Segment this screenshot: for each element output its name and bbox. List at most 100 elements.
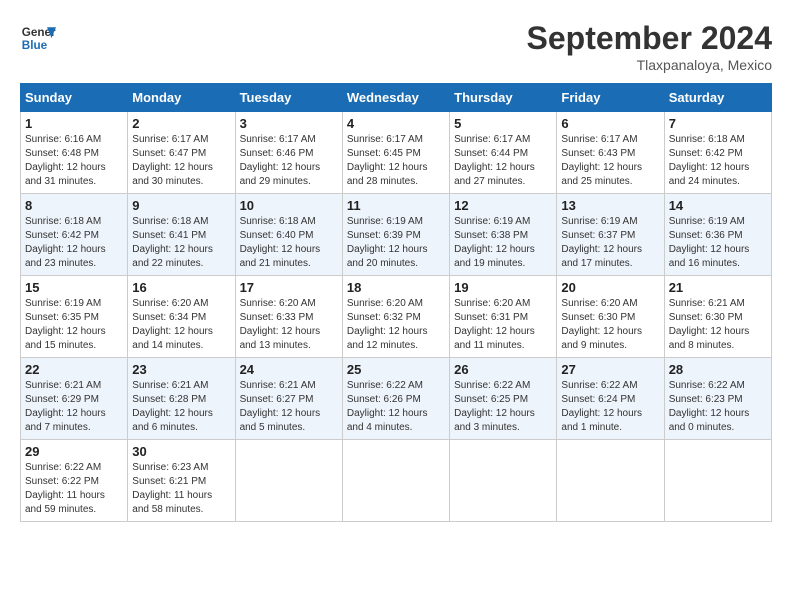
day-info: Sunrise: 6:23 AMSunset: 6:21 PMDaylight:… xyxy=(132,461,230,517)
day-number: 17 xyxy=(240,280,338,295)
day-number: 11 xyxy=(347,198,445,213)
calendar-week-row: 22 Sunrise: 6:21 AMSunset: 6:29 PMDayligh… xyxy=(21,358,772,440)
day-number: 25 xyxy=(347,362,445,377)
day-number: 9 xyxy=(132,198,230,213)
day-info: Sunrise: 6:17 AMSunset: 6:47 PMDaylight:… xyxy=(132,133,230,189)
day-info: Sunrise: 6:21 AMSunset: 6:29 PMDaylight:… xyxy=(25,379,123,435)
calendar: SundayMondayTuesdayWednesdayThursdayFrid… xyxy=(20,83,772,522)
calendar-day-cell: 10Sunrise: 6:18 AMSunset: 6:40 PMDayligh… xyxy=(235,194,342,276)
calendar-day-header: Sunday xyxy=(21,84,128,112)
calendar-day-cell: 23 Sunrise: 6:21 AMSunset: 6:28 PMDayligh… xyxy=(128,358,235,440)
day-number: 20 xyxy=(561,280,659,295)
calendar-day-cell: 9Sunrise: 6:18 AMSunset: 6:41 PMDaylight… xyxy=(128,194,235,276)
day-number: 7 xyxy=(669,116,767,131)
calendar-day-header: Monday xyxy=(128,84,235,112)
day-number: 6 xyxy=(561,116,659,131)
location: Tlaxpanaloya, Mexico xyxy=(527,57,772,73)
day-number: 27 xyxy=(561,362,659,377)
day-number: 3 xyxy=(240,116,338,131)
day-info: Sunrise: 6:20 AMSunset: 6:31 PMDaylight:… xyxy=(454,297,552,353)
calendar-day-cell xyxy=(450,440,557,522)
calendar-day-cell: 22 Sunrise: 6:21 AMSunset: 6:29 PMDayligh… xyxy=(21,358,128,440)
day-info: Sunrise: 6:22 AMSunset: 6:26 PMDaylight:… xyxy=(347,379,445,435)
calendar-day-cell xyxy=(235,440,342,522)
day-info: Sunrise: 6:17 AMSunset: 6:45 PMDaylight:… xyxy=(347,133,445,189)
day-number: 23 xyxy=(132,362,230,377)
calendar-week-row: 8Sunrise: 6:18 AMSunset: 6:42 PMDaylight… xyxy=(21,194,772,276)
calendar-day-cell: 18 Sunrise: 6:20 AMSunset: 6:32 PMDayligh… xyxy=(342,276,449,358)
calendar-day-cell: 1Sunrise: 6:16 AMSunset: 6:48 PMDaylight… xyxy=(21,112,128,194)
calendar-day-cell: 20Sunrise: 6:20 AMSunset: 6:30 PMDayligh… xyxy=(557,276,664,358)
calendar-day-header: Saturday xyxy=(664,84,771,112)
calendar-day-cell: 19 Sunrise: 6:20 AMSunset: 6:31 PMDayligh… xyxy=(450,276,557,358)
calendar-week-row: 15Sunrise: 6:19 AMSunset: 6:35 PMDayligh… xyxy=(21,276,772,358)
day-number: 8 xyxy=(25,198,123,213)
day-number: 16 xyxy=(132,280,230,295)
calendar-day-cell: 13 Sunrise: 6:19 AMSunset: 6:37 PMDayligh… xyxy=(557,194,664,276)
calendar-day-cell: 16 Sunrise: 6:20 AMSunset: 6:34 PMDayligh… xyxy=(128,276,235,358)
day-info: Sunrise: 6:17 AMSunset: 6:46 PMDaylight:… xyxy=(240,133,338,189)
calendar-day-cell: 29Sunrise: 6:22 AMSunset: 6:22 PMDayligh… xyxy=(21,440,128,522)
calendar-day-cell: 17 Sunrise: 6:20 AMSunset: 6:33 PMDayligh… xyxy=(235,276,342,358)
calendar-day-cell: 25 Sunrise: 6:22 AMSunset: 6:26 PMDayligh… xyxy=(342,358,449,440)
calendar-week-row: 1Sunrise: 6:16 AMSunset: 6:48 PMDaylight… xyxy=(21,112,772,194)
calendar-day-cell: 21 Sunrise: 6:21 AMSunset: 6:30 PMDayligh… xyxy=(664,276,771,358)
day-number: 2 xyxy=(132,116,230,131)
calendar-day-cell: 30 Sunrise: 6:23 AMSunset: 6:21 PMDayligh… xyxy=(128,440,235,522)
calendar-header-row: SundayMondayTuesdayWednesdayThursdayFrid… xyxy=(21,84,772,112)
calendar-day-cell: 8Sunrise: 6:18 AMSunset: 6:42 PMDaylight… xyxy=(21,194,128,276)
calendar-day-cell: 11 Sunrise: 6:19 AMSunset: 6:39 PMDayligh… xyxy=(342,194,449,276)
day-number: 18 xyxy=(347,280,445,295)
calendar-day-header: Wednesday xyxy=(342,84,449,112)
day-number: 14 xyxy=(669,198,767,213)
day-info: Sunrise: 6:20 AMSunset: 6:34 PMDaylight:… xyxy=(132,297,230,353)
day-info: Sunrise: 6:19 AMSunset: 6:38 PMDaylight:… xyxy=(454,215,552,271)
day-info: Sunrise: 6:19 AMSunset: 6:37 PMDaylight:… xyxy=(561,215,659,271)
calendar-day-cell: 3 Sunrise: 6:17 AMSunset: 6:46 PMDaylight… xyxy=(235,112,342,194)
day-info: Sunrise: 6:19 AMSunset: 6:35 PMDaylight:… xyxy=(25,297,123,353)
day-info: Sunrise: 6:22 AMSunset: 6:24 PMDaylight:… xyxy=(561,379,659,435)
calendar-day-cell: 12 Sunrise: 6:19 AMSunset: 6:38 PMDayligh… xyxy=(450,194,557,276)
calendar-day-cell: 2 Sunrise: 6:17 AMSunset: 6:47 PMDaylight… xyxy=(128,112,235,194)
calendar-day-cell: 5Sunrise: 6:17 AMSunset: 6:44 PMDaylight… xyxy=(450,112,557,194)
calendar-day-cell: 14 Sunrise: 6:19 AMSunset: 6:36 PMDayligh… xyxy=(664,194,771,276)
day-info: Sunrise: 6:19 AMSunset: 6:39 PMDaylight:… xyxy=(347,215,445,271)
title-block: September 2024 Tlaxpanaloya, Mexico xyxy=(527,20,772,73)
day-info: Sunrise: 6:22 AMSunset: 6:22 PMDaylight:… xyxy=(25,461,123,517)
day-info: Sunrise: 6:21 AMSunset: 6:30 PMDaylight:… xyxy=(669,297,767,353)
day-number: 19 xyxy=(454,280,552,295)
logo-icon: General Blue xyxy=(20,20,56,56)
calendar-day-cell: 15Sunrise: 6:19 AMSunset: 6:35 PMDayligh… xyxy=(21,276,128,358)
day-info: Sunrise: 6:20 AMSunset: 6:32 PMDaylight:… xyxy=(347,297,445,353)
month-title: September 2024 xyxy=(527,20,772,57)
calendar-day-header: Tuesday xyxy=(235,84,342,112)
calendar-day-cell xyxy=(664,440,771,522)
day-info: Sunrise: 6:19 AMSunset: 6:36 PMDaylight:… xyxy=(669,215,767,271)
day-number: 30 xyxy=(132,444,230,459)
day-info: Sunrise: 6:22 AMSunset: 6:23 PMDaylight:… xyxy=(669,379,767,435)
calendar-day-header: Thursday xyxy=(450,84,557,112)
logo: General Blue xyxy=(20,20,56,56)
calendar-day-cell: 24Sunrise: 6:21 AMSunset: 6:27 PMDayligh… xyxy=(235,358,342,440)
day-info: Sunrise: 6:20 AMSunset: 6:33 PMDaylight:… xyxy=(240,297,338,353)
calendar-day-cell: 6 Sunrise: 6:17 AMSunset: 6:43 PMDaylight… xyxy=(557,112,664,194)
day-info: Sunrise: 6:22 AMSunset: 6:25 PMDaylight:… xyxy=(454,379,552,435)
calendar-day-cell xyxy=(557,440,664,522)
calendar-day-cell: 4 Sunrise: 6:17 AMSunset: 6:45 PMDaylight… xyxy=(342,112,449,194)
day-number: 21 xyxy=(669,280,767,295)
day-info: Sunrise: 6:17 AMSunset: 6:43 PMDaylight:… xyxy=(561,133,659,189)
page-header: General Blue September 2024 Tlaxpanaloya… xyxy=(20,20,772,73)
day-info: Sunrise: 6:17 AMSunset: 6:44 PMDaylight:… xyxy=(454,133,552,189)
svg-text:Blue: Blue xyxy=(22,39,48,52)
day-number: 10 xyxy=(240,198,338,213)
day-info: Sunrise: 6:21 AMSunset: 6:28 PMDaylight:… xyxy=(132,379,230,435)
calendar-day-cell: 26 Sunrise: 6:22 AMSunset: 6:25 PMDayligh… xyxy=(450,358,557,440)
day-number: 4 xyxy=(347,116,445,131)
day-number: 12 xyxy=(454,198,552,213)
day-number: 13 xyxy=(561,198,659,213)
day-number: 22 xyxy=(25,362,123,377)
day-info: Sunrise: 6:16 AMSunset: 6:48 PMDaylight:… xyxy=(25,133,123,189)
calendar-day-cell: 7 Sunrise: 6:18 AMSunset: 6:42 PMDaylight… xyxy=(664,112,771,194)
day-number: 26 xyxy=(454,362,552,377)
day-info: Sunrise: 6:18 AMSunset: 6:42 PMDaylight:… xyxy=(669,133,767,189)
